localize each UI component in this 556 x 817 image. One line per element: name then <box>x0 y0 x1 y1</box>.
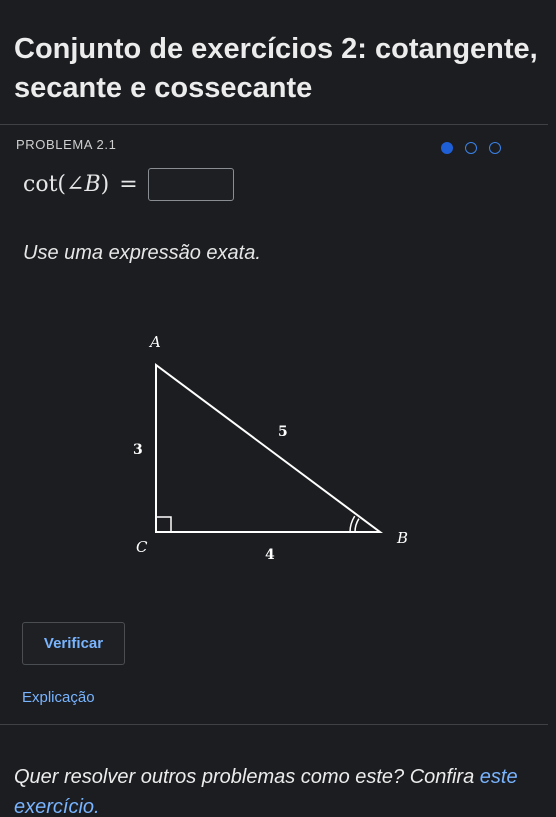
more-exercises-text: Quer resolver outros problemas como este… <box>14 762 544 817</box>
header-divider <box>0 124 548 125</box>
triangle-figure: A C B 3 5 4 <box>133 333 408 563</box>
side-label-cb: 4 <box>265 547 275 563</box>
equation-open-paren: ( <box>57 172 67 197</box>
problem-label: PROBLEMA 2.1 <box>16 137 117 152</box>
angle-arc-outer <box>349 515 356 533</box>
equation-func: cot <box>23 172 58 197</box>
answer-input[interactable] <box>147 168 234 201</box>
progress-dot <box>465 142 477 154</box>
right-angle-marker <box>155 516 172 533</box>
triangle-shape <box>155 363 384 533</box>
instruction-text: Use uma expressão exata. <box>23 242 261 264</box>
progress-dot <box>489 142 501 154</box>
progress-indicator <box>441 142 501 154</box>
more-exercises-prompt: Quer resolver outros problemas como este… <box>14 766 475 788</box>
exercise-page: Conjunto de exercícios 2: cotangente, se… <box>0 0 556 817</box>
side-label-ac: 3 <box>133 442 143 458</box>
side-label-ab: 5 <box>278 424 288 440</box>
vertex-label-b: B <box>396 529 408 547</box>
equation-close-paren: ) <box>100 172 110 197</box>
progress-dot-current <box>441 142 453 154</box>
angle-arc-inner <box>354 518 360 533</box>
vertex-label-a: A <box>148 333 161 351</box>
footer-divider <box>0 724 548 725</box>
equation-variable: B <box>84 172 101 197</box>
page-title: Conjunto de exercícios 2: cotangente, se… <box>14 33 538 104</box>
equation: cot ( ∠ B ) = <box>23 168 234 201</box>
angle-symbol: ∠ <box>66 172 85 197</box>
equals-sign: = <box>119 172 138 197</box>
verify-button[interactable]: Verificar <box>22 622 125 665</box>
vertex-label-c: C <box>136 538 148 556</box>
explanation-link[interactable]: Explicação <box>22 689 95 706</box>
